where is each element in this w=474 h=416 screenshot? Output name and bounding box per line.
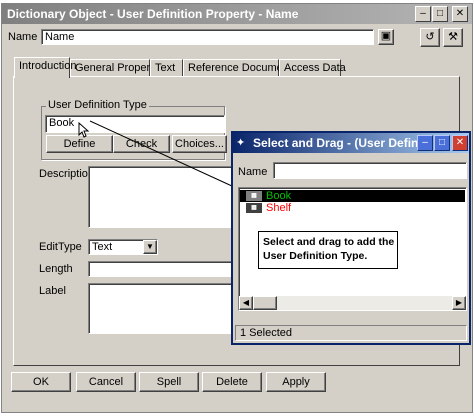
callout-line-1: Select and drag to add the — [263, 236, 395, 248]
tab-introduction[interactable]: Introduction — [14, 57, 76, 78]
status-text: 1 Selected — [240, 327, 292, 339]
list-item[interactable]: ▦ Book — [240, 190, 465, 202]
table-icon: ▦ — [246, 191, 262, 201]
callout-line-2: User Definition Type. — [263, 250, 368, 262]
horizontal-scrollbar[interactable]: ◀ ▶ — [239, 296, 466, 310]
scroll-left-icon[interactable]: ◀ — [239, 296, 253, 310]
popup-minimize-button[interactable]: – — [417, 135, 433, 151]
popup-app-icon: ✦ — [236, 137, 246, 149]
table-icon: ▦ — [246, 203, 262, 213]
list-item[interactable]: ▦ Shelf — [240, 202, 465, 214]
popup-close-button[interactable]: ✕ — [452, 135, 468, 151]
list-item-label: Shelf — [266, 202, 292, 214]
popup-name-field[interactable] — [273, 162, 467, 179]
scroll-thumb[interactable] — [253, 296, 277, 310]
scroll-right-icon[interactable]: ▶ — [452, 296, 466, 310]
popup-name-label: Name — [238, 166, 268, 178]
list-item-label: Book — [266, 190, 292, 202]
popup-maximize-button[interactable]: □ — [434, 135, 450, 151]
popup-status-bar: 1 Selected — [235, 325, 467, 341]
callout-box: Select and drag to add the User Definiti… — [258, 231, 398, 269]
